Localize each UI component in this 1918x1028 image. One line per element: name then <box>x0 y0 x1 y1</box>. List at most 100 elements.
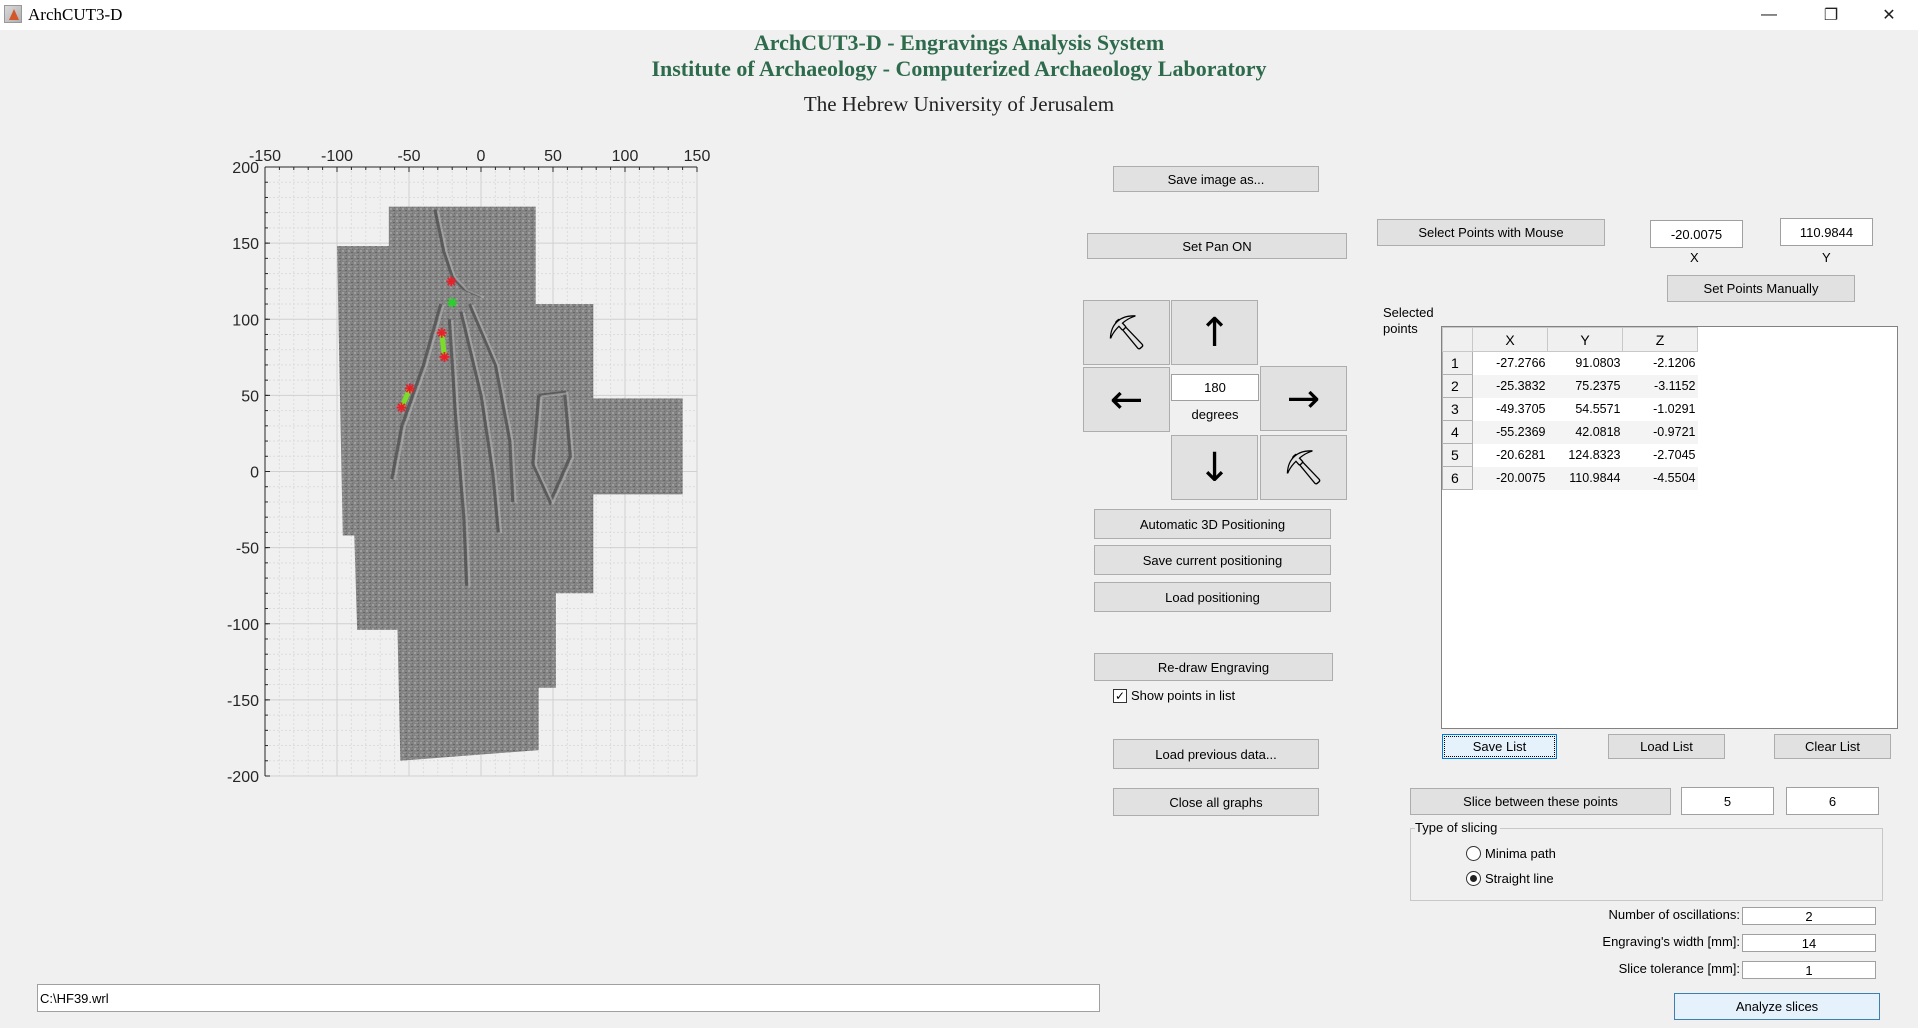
degrees-input[interactable]: 180 <box>1171 374 1259 401</box>
selected-point-marker <box>446 276 457 287</box>
radio-on-icon <box>1466 871 1481 886</box>
row-number[interactable]: 3 <box>1442 397 1473 421</box>
cell-x[interactable]: -20.0075 <box>1472 466 1548 490</box>
cell-z[interactable]: -4.5504 <box>1622 466 1698 490</box>
y-tick-label: 0 <box>250 465 259 482</box>
slice-tolerance-label: Slice tolerance [mm]: <box>1618 961 1740 976</box>
minima-path-label: Minima path <box>1485 846 1556 861</box>
cell-z[interactable]: -0.9721 <box>1622 420 1698 444</box>
column-header-z[interactable]: Z <box>1622 327 1698 352</box>
column-header-x[interactable]: X <box>1472 327 1548 352</box>
x-tick-label: -100 <box>321 148 353 165</box>
point-x-input[interactable]: -20.0075 <box>1650 220 1743 248</box>
load-previous-data-button[interactable]: Load previous data... <box>1113 739 1319 769</box>
table-row[interactable]: 5 -20.6281 124.8323 -2.7045 <box>1442 443 1698 467</box>
selected-points-table[interactable]: X Y Z 1 -27.2766 91.0803 -2.1206 2 -25.3832 75… <box>1441 326 1898 729</box>
row-number[interactable]: 4 <box>1442 420 1473 444</box>
table-row[interactable]: 3 -49.3705 54.5571 -1.0291 <box>1442 397 1698 421</box>
selected-points-label: Selected points <box>1383 305 1434 336</box>
oscillations-label: Number of oscillations: <box>1608 907 1741 922</box>
clear-list-button[interactable]: Clear List <box>1774 734 1891 759</box>
slice-between-points-button[interactable]: Slice between these points <box>1410 788 1671 815</box>
cell-z[interactable]: -2.7045 <box>1623 444 1698 467</box>
slice-tolerance-input[interactable]: 1 <box>1742 961 1876 979</box>
selected-point-marker <box>439 351 450 362</box>
point-y-input[interactable]: 110.9844 <box>1780 218 1873 246</box>
x-tick-label: 100 <box>612 148 639 165</box>
cell-z[interactable]: -3.1152 <box>1622 374 1698 398</box>
cell-y[interactable]: 91.0803 <box>1548 352 1623 375</box>
rotate-up-button[interactable]: ↑ <box>1171 300 1258 365</box>
oscillations-input[interactable]: 2 <box>1742 907 1876 925</box>
redraw-engraving-button[interactable]: Re-draw Engraving <box>1094 653 1333 681</box>
minimize-button[interactable]: — <box>1746 0 1792 30</box>
rotate-pick-top-left-button[interactable]: ⛏ <box>1083 300 1170 365</box>
load-list-button[interactable]: Load List <box>1608 734 1725 759</box>
close-button[interactable]: ✕ <box>1866 0 1912 30</box>
y-label: Y <box>1822 250 1831 265</box>
selected-point-marker <box>436 327 447 338</box>
show-points-checkbox[interactable]: ✓ Show points in list <box>1113 688 1235 703</box>
set-pan-button[interactable]: Set Pan ON <box>1087 233 1347 259</box>
save-list-button[interactable]: Save List <box>1442 734 1557 759</box>
rotate-down-button[interactable]: ↓ <box>1171 435 1258 500</box>
rotate-left-button[interactable]: ← <box>1083 367 1170 432</box>
app-title: ArchCUT3-D - Engravings Analysis System <box>753 30 1165 55</box>
restore-button[interactable]: ❐ <box>1808 0 1854 30</box>
row-number[interactable]: 1 <box>1442 351 1473 375</box>
auto-3d-positioning-button[interactable]: Automatic 3D Positioning <box>1094 509 1331 539</box>
cell-y[interactable]: 110.9844 <box>1547 466 1623 490</box>
row-number[interactable]: 5 <box>1442 443 1473 467</box>
cell-x[interactable]: -27.2766 <box>1473 352 1548 375</box>
show-points-label: Show points in list <box>1131 688 1236 703</box>
straight-line-label: Straight line <box>1485 871 1554 886</box>
y-tick-label: 150 <box>232 236 259 253</box>
cell-x[interactable]: -20.6281 <box>1473 444 1548 467</box>
y-tick-label: -200 <box>227 769 259 786</box>
cell-y[interactable]: 54.5571 <box>1548 398 1623 421</box>
radio-off-icon <box>1466 846 1481 861</box>
window-title: ArchCUT3-D <box>28 5 123 24</box>
slice-to-point-input[interactable]: 6 <box>1786 787 1879 815</box>
selected-point-marker <box>396 402 407 413</box>
cell-y[interactable]: 75.2375 <box>1547 374 1623 398</box>
table-row[interactable]: 4 -55.2369 42.0818 -0.9721 <box>1442 420 1698 444</box>
row-number[interactable]: 2 <box>1442 374 1473 398</box>
set-points-manually-button[interactable]: Set Points Manually <box>1667 275 1855 302</box>
table-row[interactable]: 1 -27.2766 91.0803 -2.1206 <box>1442 351 1698 375</box>
university-title: The Hebrew University of Jerusalem <box>803 92 1115 116</box>
cell-y[interactable]: 124.8323 <box>1548 444 1623 467</box>
close-all-graphs-button[interactable]: Close all graphs <box>1113 788 1319 816</box>
file-path-field[interactable]: C:\HF39.wrl <box>37 984 1100 1012</box>
rotate-pick-bottom-right-button[interactable]: ⛏ <box>1260 435 1347 500</box>
analyze-slices-button[interactable]: Analyze slices <box>1674 993 1880 1020</box>
cell-x[interactable]: -55.2369 <box>1472 420 1548 444</box>
cell-z[interactable]: -1.0291 <box>1623 398 1698 421</box>
cell-y[interactable]: 42.0818 <box>1547 420 1623 444</box>
table-row[interactable]: 6 -20.0075 110.9844 -4.5504 <box>1442 466 1698 490</box>
table-header-row: X Y Z <box>1442 327 1698 352</box>
institute-title: Institute of Archaeology - Computerized … <box>651 56 1267 81</box>
cell-x[interactable]: -49.3705 <box>1473 398 1548 421</box>
save-positioning-button[interactable]: Save current positioning <box>1094 545 1331 575</box>
y-tick-label: 50 <box>241 388 259 405</box>
engraving-width-input[interactable]: 14 <box>1742 934 1876 952</box>
row-number[interactable]: 6 <box>1442 466 1473 490</box>
x-tick-label: 150 <box>684 148 711 165</box>
slicing-type-group: Type of slicing Minima path Straight lin… <box>1410 820 1883 901</box>
save-image-button[interactable]: Save image as... <box>1113 166 1319 192</box>
cell-x[interactable]: -25.3832 <box>1472 374 1548 398</box>
cell-z[interactable]: -2.1206 <box>1623 352 1698 375</box>
rotate-right-button[interactable]: → <box>1260 366 1347 431</box>
engraving-plot[interactable]: -150 -100 -50 0 50 100 150 200 150 100 50 0 -50 -100 -… <box>180 130 880 960</box>
column-header-y[interactable]: Y <box>1547 327 1623 352</box>
radio-straight-line[interactable]: Straight line <box>1466 871 1554 886</box>
table-row[interactable]: 2 -25.3832 75.2375 -3.1152 <box>1442 374 1698 398</box>
load-positioning-button[interactable]: Load positioning <box>1094 582 1331 612</box>
select-points-mouse-button[interactable]: Select Points with Mouse <box>1377 219 1605 246</box>
x-label: X <box>1690 250 1699 265</box>
arrow-up-icon: ↑ <box>1197 309 1232 356</box>
radio-minima-path[interactable]: Minima path <box>1466 846 1556 861</box>
slice-from-point-input[interactable]: 5 <box>1681 787 1774 815</box>
corner-header <box>1442 327 1473 352</box>
